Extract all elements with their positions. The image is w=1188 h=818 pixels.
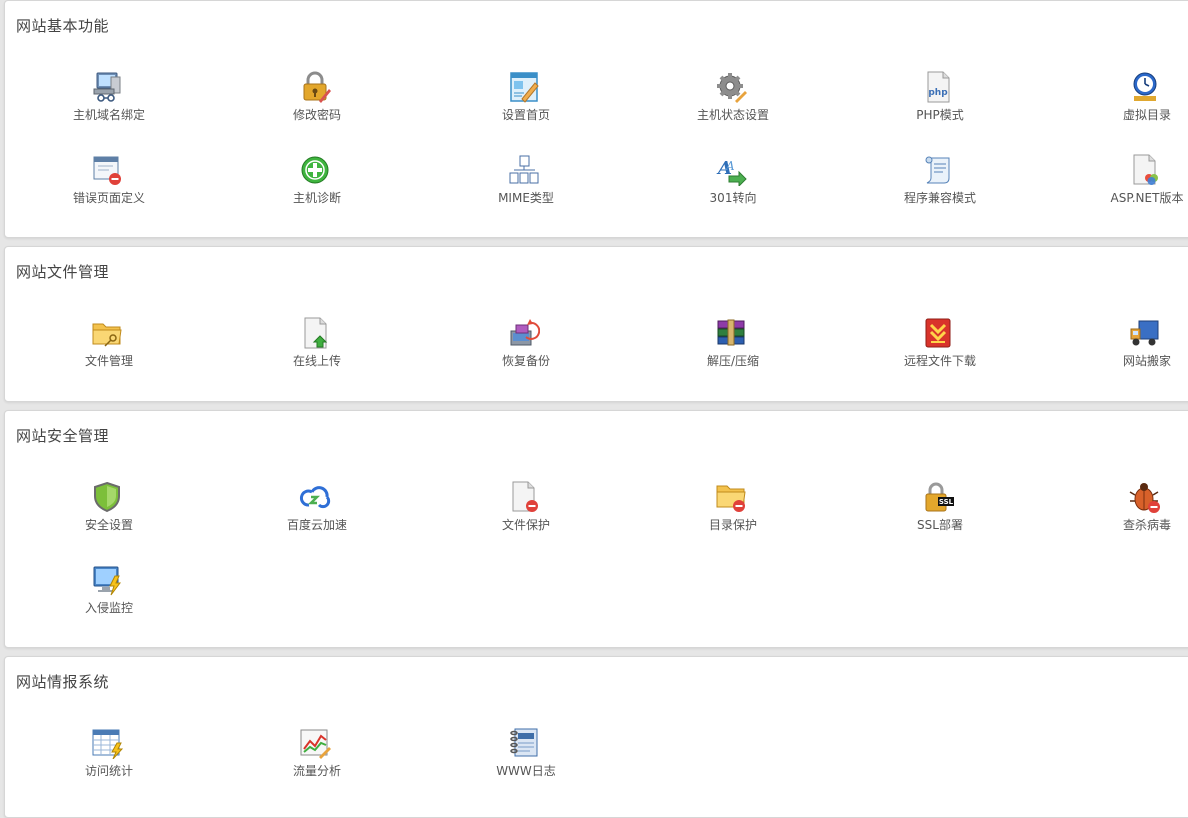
item-label: 在线上传 — [292, 354, 341, 368]
ssl-deployment-button[interactable]: SSL SSL部署 — [885, 481, 995, 541]
restore-backup-button[interactable]: 恢复备份 — [471, 317, 581, 377]
section-file-management: 网站文件管理 文件管理 在线上传 恢复备份 解压/压缩 远程文件下载 网站搬家 — [4, 246, 1188, 402]
webpage-edit-icon — [510, 72, 539, 103]
baidu-cloud-acceleration-button[interactable]: 百度云加速 — [262, 481, 372, 541]
folder-protect-icon — [716, 485, 746, 512]
item-label: 设置首页 — [501, 108, 550, 122]
file-tree-icon — [509, 155, 539, 184]
file-manager-button[interactable]: 文件管理 — [54, 317, 164, 377]
section-title: 网站安全管理 — [16, 427, 110, 445]
item-label: 入侵监控 — [84, 601, 133, 615]
virtual-directory-button[interactable]: 虚拟目录 — [1092, 71, 1188, 131]
network-computer-icon — [93, 72, 121, 102]
mime-type-button[interactable]: MIME类型 — [471, 154, 581, 214]
error-page-definition-button[interactable]: 错误页面定义 — [54, 154, 164, 214]
scroll-compat-icon — [925, 156, 950, 184]
item-label: 程序兼容模式 — [903, 191, 976, 205]
visit-statistics-button[interactable]: 访问统计 — [54, 727, 164, 787]
website-migration-button[interactable]: 网站搬家 — [1092, 317, 1188, 377]
extract-compress-button[interactable]: 解压/压缩 — [678, 317, 788, 377]
item-label: WWW日志 — [496, 764, 556, 778]
item-label: 文件保护 — [501, 518, 550, 532]
item-label: 远程文件下载 — [903, 354, 976, 368]
file-upload-icon — [304, 317, 328, 349]
cloud-accelerate-icon — [299, 486, 331, 509]
item-label: 流量分析 — [292, 764, 341, 778]
item-label: 主机诊断 — [292, 191, 341, 205]
php-mode-button[interactable]: php PHP模式 — [885, 71, 995, 131]
download-arrows-icon — [925, 318, 951, 348]
online-upload-button[interactable]: 在线上传 — [262, 317, 372, 377]
item-label: 安全设置 — [84, 518, 133, 532]
item-label: 查杀病毒 — [1122, 518, 1171, 532]
gear-icon — [717, 73, 747, 103]
item-label: 虚拟目录 — [1122, 108, 1171, 122]
www-log-button[interactable]: WWW日志 — [471, 727, 581, 787]
remote-file-download-button[interactable]: 远程文件下载 — [885, 317, 995, 377]
traffic-chart-icon — [300, 729, 331, 759]
item-label: 解压/压缩 — [706, 354, 760, 368]
restore-backup-icon — [510, 319, 540, 346]
item-label: 主机状态设置 — [696, 108, 769, 122]
error-page-icon — [93, 156, 121, 185]
file-protect-icon — [512, 481, 538, 512]
item-label: 修改密码 — [292, 108, 341, 122]
item-label: 错误页面定义 — [72, 191, 145, 205]
padlock-pen-icon — [303, 71, 331, 103]
shield-icon — [94, 481, 120, 513]
bug-icon — [1129, 483, 1160, 513]
virus-scan-button[interactable]: 查杀病毒 — [1092, 481, 1188, 541]
host-diagnosis-button[interactable]: 主机诊断 — [262, 154, 372, 214]
item-label: 恢复备份 — [501, 354, 550, 368]
svg-text:A: A — [725, 159, 735, 173]
item-label: 百度云加速 — [286, 518, 347, 532]
log-notebook-icon — [510, 728, 538, 757]
green-plus-icon — [301, 156, 329, 184]
set-homepage-button[interactable]: 设置首页 — [471, 71, 581, 131]
host-domain-binding-button[interactable]: 主机域名绑定 — [54, 71, 164, 131]
redirect-301-button[interactable]: A A 301转向 — [678, 154, 788, 214]
item-label: 主机域名绑定 — [72, 108, 145, 122]
item-label: 网站搬家 — [1122, 354, 1171, 368]
aspnet-file-icon — [1133, 154, 1158, 185]
program-compat-mode-button[interactable]: 程序兼容模式 — [885, 154, 995, 214]
svg-text:php: php — [928, 88, 948, 98]
item-label: ASP.NET版本 — [1110, 191, 1184, 205]
php-file-icon: php — [927, 71, 950, 103]
archive-books-icon — [717, 319, 745, 346]
item-label: SSL部署 — [917, 518, 963, 532]
section-security-management: 网站安全管理 安全设置 百度云加速 文件保护 目录保护 SSL SSL部署 查杀… — [4, 410, 1188, 648]
redirect-arrow-icon: A A — [716, 158, 747, 186]
item-label: 目录保护 — [708, 518, 757, 532]
item-label: PHP模式 — [916, 108, 964, 122]
section-basic-functions: 网站基本功能 主机域名绑定 修改密码 设置首页 主机状态设置 php PHP模式… — [4, 0, 1188, 238]
folder-key-icon — [92, 323, 122, 347]
directory-protection-button[interactable]: 目录保护 — [678, 481, 788, 541]
section-title: 网站情报系统 — [16, 673, 110, 691]
file-protection-button[interactable]: 文件保护 — [471, 481, 581, 541]
host-status-settings-button[interactable]: 主机状态设置 — [678, 71, 788, 131]
clock-folder-icon — [1133, 72, 1157, 101]
section-title: 网站文件管理 — [16, 263, 110, 281]
ssl-badge-text: SSL — [939, 498, 954, 506]
stats-table-icon — [92, 729, 123, 759]
item-label: 访问统计 — [84, 764, 133, 778]
item-label: 301转向 — [709, 191, 757, 205]
aspnet-version-button[interactable]: ASP.NET版本 — [1092, 154, 1188, 214]
item-label: MIME类型 — [498, 191, 554, 205]
moving-truck-icon — [1130, 320, 1159, 346]
item-label: 文件管理 — [84, 354, 133, 368]
ssl-lock-icon: SSL — [925, 482, 954, 512]
monitor-lightning-icon — [93, 566, 121, 596]
traffic-analysis-button[interactable]: 流量分析 — [262, 727, 372, 787]
section-title: 网站基本功能 — [16, 17, 110, 35]
security-settings-button[interactable]: 安全设置 — [54, 481, 164, 541]
intrusion-monitoring-button[interactable]: 入侵监控 — [54, 564, 164, 624]
change-password-button[interactable]: 修改密码 — [262, 71, 372, 131]
